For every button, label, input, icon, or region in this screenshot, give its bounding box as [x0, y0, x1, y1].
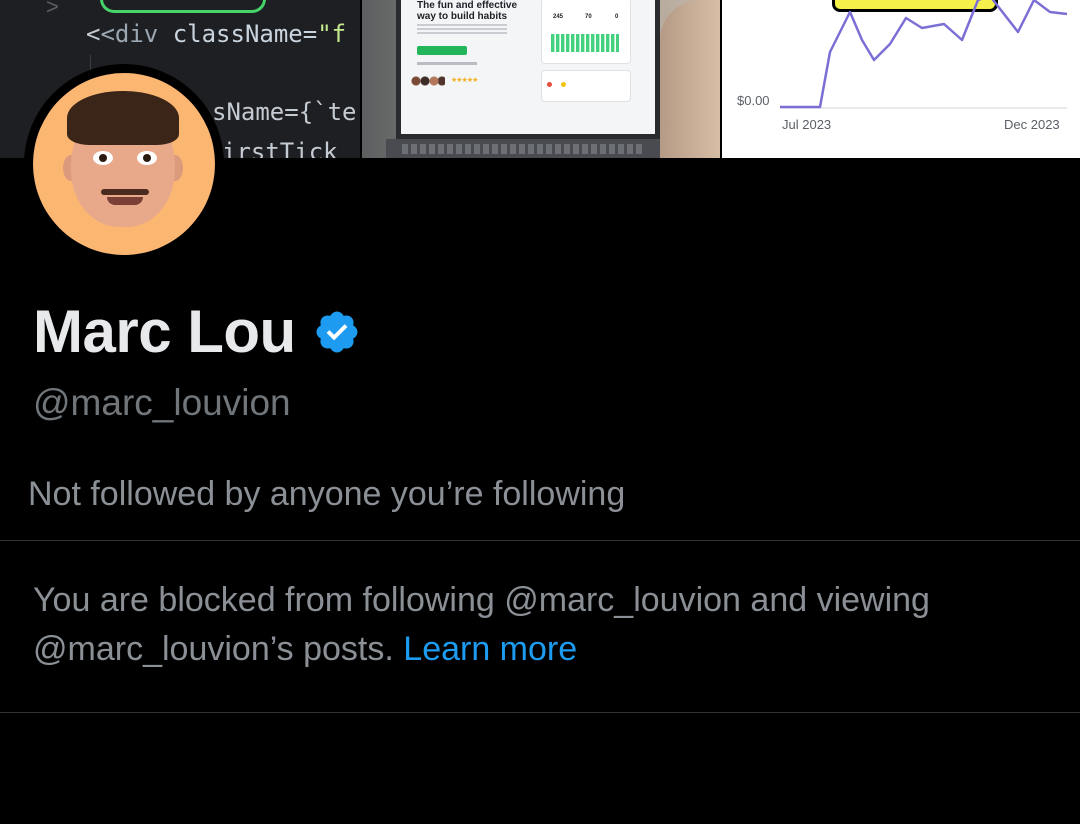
- divider-bottom: [0, 712, 1080, 713]
- hero-stats-card: [541, 0, 631, 64]
- hero-stat-3: 0: [615, 14, 619, 20]
- avatar-hair: [67, 91, 179, 145]
- code-header-graphic: [100, 0, 266, 13]
- profile-handle: @marc_louvion: [33, 382, 291, 423]
- divider-top: [0, 540, 1080, 541]
- hero-subtitle: [417, 24, 507, 34]
- revenue-chart: [780, 0, 1068, 109]
- chart-x-label-end: Dec 2023: [1004, 117, 1060, 132]
- hero-habits-card: [541, 70, 631, 102]
- display-name: Marc Lou: [33, 298, 296, 365]
- code-line-2: sName={`te: [212, 98, 357, 126]
- photo-person: [660, 0, 720, 158]
- banner-chart-panel: $0.00 Jul 2023 Dec 2023: [722, 0, 1080, 158]
- hero-cta-button: [417, 46, 467, 55]
- chart-x-label-start: Jul 2023: [782, 117, 832, 132]
- code-line-3: irstTick: [222, 138, 338, 158]
- followers-you-know: Not followed by anyone you’re following: [28, 475, 626, 513]
- hero-login-link: [417, 62, 477, 65]
- blocked-notice: You are blocked from following @marc_lou…: [33, 576, 1053, 674]
- hero-dot-yellow: [561, 82, 566, 87]
- laptop-keyboard: [402, 144, 642, 154]
- avatar-eye-left: [93, 151, 113, 165]
- hero-avatars: [411, 76, 445, 86]
- avatar-eye-right: [137, 151, 157, 165]
- hero-stat-2: 70: [585, 14, 592, 20]
- learn-more-link[interactable]: Learn more: [403, 630, 577, 668]
- hero-stars: ★★★★★: [451, 77, 478, 84]
- chart-line: [780, 0, 1068, 109]
- banner-photo-panel: The fun and effective way to build habit…: [362, 0, 720, 158]
- hero-dot-red: [547, 82, 552, 87]
- code-line-1: <<div className="f: [86, 20, 347, 48]
- hero-habit-grid: [551, 34, 619, 52]
- verified-badge-icon[interactable]: [313, 308, 361, 356]
- hero-stat-1: 245: [553, 14, 564, 20]
- laptop-screen: The fun and effective way to build habit…: [396, 0, 660, 139]
- code-fold-icon: >: [46, 0, 59, 19]
- hero-title: The fun and effective way to build habit…: [417, 0, 518, 22]
- avatar-mouth: [107, 197, 143, 205]
- chart-y-label: $0.00: [737, 93, 770, 108]
- avatar[interactable]: [33, 73, 215, 255]
- avatar-mustache: [101, 189, 149, 195]
